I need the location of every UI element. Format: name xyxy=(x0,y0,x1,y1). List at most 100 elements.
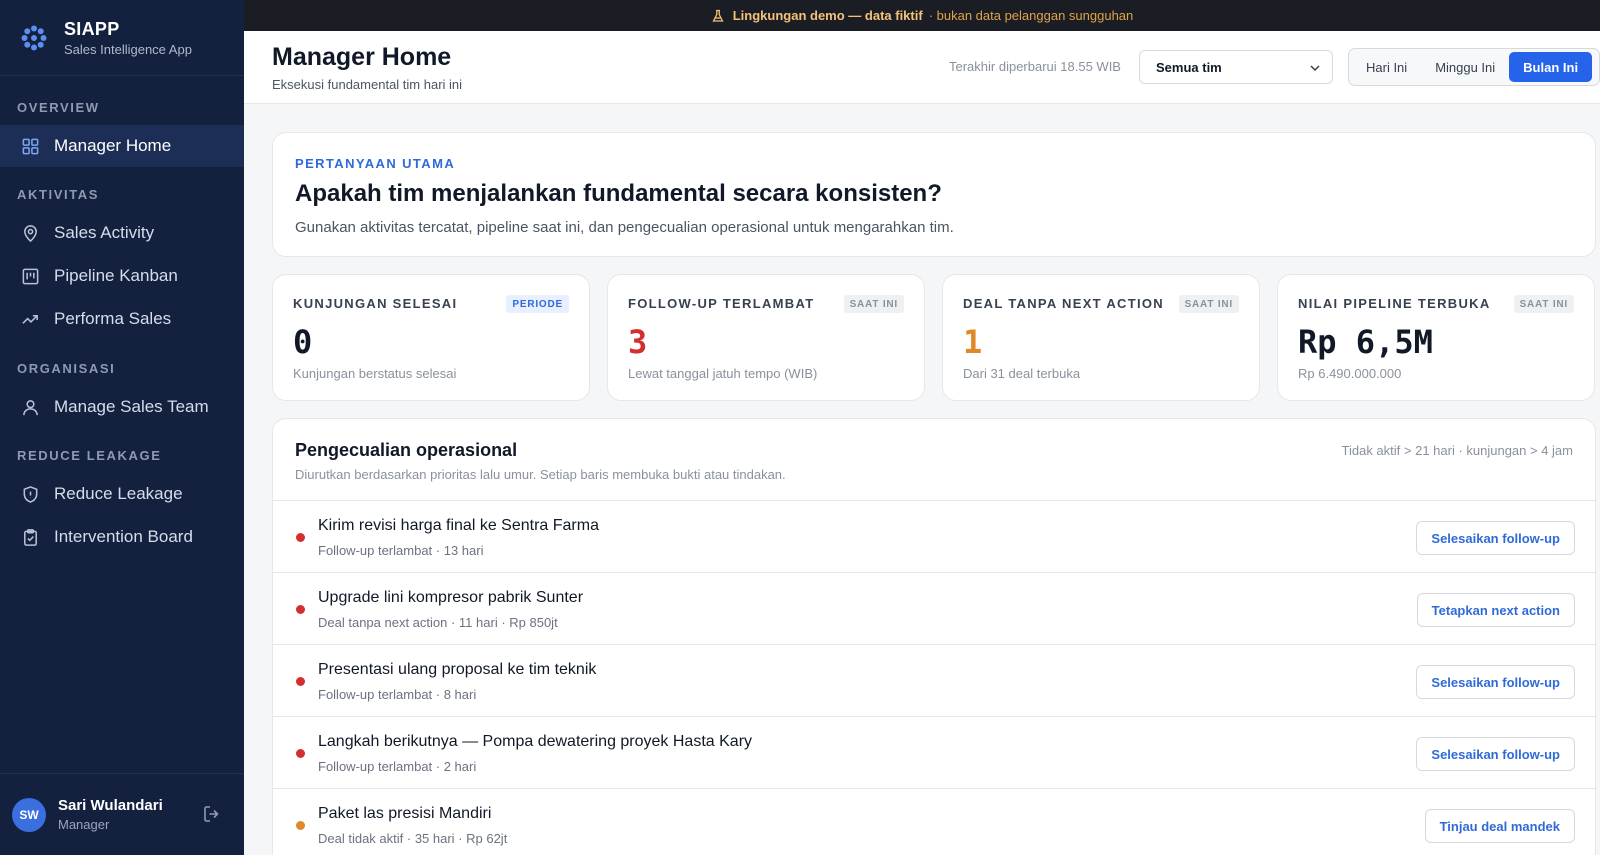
exceptions-title: Pengecualian operasional xyxy=(295,440,518,460)
kpi-label: FOLLOW-UP TERLAMBAT xyxy=(628,296,815,311)
brand-subtitle: Sales Intelligence App xyxy=(64,41,192,57)
kpi-note: Kunjungan berstatus selesai xyxy=(293,366,457,381)
priority-dot xyxy=(296,533,305,542)
user-profile[interactable]: SW Sari Wulandari Manager xyxy=(0,773,244,855)
sidebar-item-intervention-board[interactable]: Intervention Board xyxy=(0,516,244,558)
priority-dot xyxy=(296,749,305,758)
kpi-card-deal-tanpa-next-action[interactable]: DEAL TANPA NEXT ACTION SAAT INI 1 Dari 3… xyxy=(942,274,1260,401)
sidebar-item-label: Performa Sales xyxy=(54,309,172,328)
kpi-label: NILAI PIPELINE TERBUKA xyxy=(1298,296,1491,311)
nav-section-overview: OVERVIEW xyxy=(17,100,100,115)
kpi-note: Rp 6.490.000.000 xyxy=(1298,366,1402,381)
key-question-card: PERTANYAAN UTAMA Apakah tim menjalankan … xyxy=(272,132,1596,257)
demo-banner: Lingkungan demo — data fiktif · bukan da… xyxy=(244,0,1600,31)
user-icon xyxy=(20,397,40,417)
priority-dot xyxy=(296,821,305,830)
exception-title: Presentasi ulang proposal ke tim teknik xyxy=(318,661,597,678)
page-header: Manager Home Eksekusi fundamental tim ha… xyxy=(244,31,1600,104)
banner-soft-text: · bukan data pelanggan sungguhan xyxy=(928,8,1134,23)
question-title: Apakah tim menjalankan fundamental secar… xyxy=(295,180,942,207)
exception-title: Kirim revisi harga final ke Sentra Farma xyxy=(318,517,599,534)
clipboard-icon xyxy=(20,527,40,547)
exception-meta: Deal tidak aktif · 35 hari · Rp 62jt xyxy=(318,831,508,846)
sidebar-item-manager-home[interactable]: Manager Home xyxy=(0,125,244,167)
kpi-label: DEAL TANPA NEXT ACTION xyxy=(963,296,1164,311)
exceptions-card: Pengecualian operasional Diurutkan berda… xyxy=(272,418,1597,855)
last-updated: Terakhir diperbarui 18.55 WIB xyxy=(949,59,1121,74)
exception-row[interactable]: Paket las presisi Mandiri Deal tidak akt… xyxy=(273,788,1597,855)
shield-icon xyxy=(20,484,40,504)
exception-row[interactable]: Kirim revisi harga final ke Sentra Farma… xyxy=(273,500,1597,572)
logout-icon[interactable] xyxy=(202,804,222,824)
period-bulan-ini[interactable]: Bulan Ini xyxy=(1509,52,1593,82)
nav-section-reduce-leakage: REDUCE LEAKAGE xyxy=(17,448,162,463)
exception-action-button[interactable]: Tetapkan next action xyxy=(1416,593,1575,627)
period-minggu-ini[interactable]: Minggu Ini xyxy=(1421,52,1509,82)
kpi-note: Dari 31 deal terbuka xyxy=(963,366,1081,381)
period-hari-ini[interactable]: Hari Ini xyxy=(1352,52,1421,82)
priority-dot xyxy=(296,677,305,686)
exception-meta: Follow-up terlambat · 2 hari xyxy=(318,759,477,774)
sidebar-item-sales-activity[interactable]: Sales Activity xyxy=(0,212,244,254)
sidebar: SIAPP Sales Intelligence App OVERVIEW Ma… xyxy=(0,0,244,855)
nav-section-aktivitas: AKTIVITAS xyxy=(17,187,100,202)
brand-name: SIAPP xyxy=(64,18,120,39)
kpi-card-nilai-pipeline[interactable]: NILAI PIPELINE TERBUKA SAAT INI Rp 6,5M … xyxy=(1277,274,1595,401)
exception-row[interactable]: Upgrade lini kompresor pabrik Sunter Dea… xyxy=(273,572,1597,644)
kpi-badge: SAAT INI xyxy=(1178,295,1239,313)
kpi-value: 3 xyxy=(628,323,648,361)
chevron-down-icon xyxy=(1310,65,1320,72)
sidebar-item-label: Sales Activity xyxy=(54,223,155,242)
sidebar-item-label: Pipeline Kanban xyxy=(54,266,178,285)
kpi-note: Lewat tanggal jatuh tempo (WIB) xyxy=(628,366,818,381)
kpi-value: Rp 6,5M xyxy=(1298,323,1433,361)
page-title: Manager Home xyxy=(272,43,452,71)
map-pin-icon xyxy=(20,223,40,243)
priority-dot xyxy=(296,605,305,614)
sidebar-item-pipeline-kanban[interactable]: Pipeline Kanban xyxy=(0,255,244,297)
exception-title: Langkah berikutnya — Pompa dewatering pr… xyxy=(318,733,753,750)
question-eyebrow: PERTANYAAN UTAMA xyxy=(295,156,456,171)
kpi-card-kunjungan-selesai[interactable]: KUNJUNGAN SELESAI PERIODE 0 Kunjungan be… xyxy=(272,274,590,401)
logo-dots-icon xyxy=(21,25,47,50)
team-select-value: Semua tim xyxy=(1156,59,1222,75)
user-role: Manager xyxy=(58,817,110,832)
exception-action-button[interactable]: Selesaikan follow-up xyxy=(1416,521,1575,555)
trending-up-icon xyxy=(20,309,40,329)
exception-meta: Deal tanpa next action · 11 hari · Rp 85… xyxy=(318,615,558,630)
exception-action-button[interactable]: Selesaikan follow-up xyxy=(1416,737,1575,771)
user-name: Sari Wulandari xyxy=(58,797,163,814)
team-select[interactable]: Semua tim xyxy=(1139,50,1333,84)
exceptions-subtitle: Diurutkan berdasarkan prioritas lalu umu… xyxy=(295,467,786,482)
exception-row[interactable]: Presentasi ulang proposal ke tim teknik … xyxy=(273,644,1597,716)
kpi-card-follow-up-terlambat[interactable]: FOLLOW-UP TERLAMBAT SAAT INI 3 Lewat tan… xyxy=(607,274,925,401)
question-subtitle: Gunakan aktivitas tercatat, pipeline saa… xyxy=(295,219,954,236)
kanban-icon xyxy=(20,266,40,286)
sidebar-item-label: Manager Home xyxy=(54,136,172,155)
flask-icon xyxy=(712,9,724,22)
avatar: SW xyxy=(12,797,46,832)
kpi-value: 1 xyxy=(963,323,983,361)
exception-row[interactable]: Langkah berikutnya — Pompa dewatering pr… xyxy=(273,716,1597,788)
sidebar-item-reduce-leakage[interactable]: Reduce Leakage xyxy=(0,473,244,515)
sidebar-item-label: Intervention Board xyxy=(54,527,193,546)
sidebar-item-label: Manage Sales Team xyxy=(54,397,209,416)
grid-icon xyxy=(20,136,40,156)
exception-meta: Follow-up terlambat · 8 hari xyxy=(318,687,477,702)
kpi-badge: PERIODE xyxy=(506,295,569,313)
banner-strong-text: Lingkungan demo — data fiktif xyxy=(732,8,923,23)
exceptions-filter: Tidak aktif > 21 hari · kunjungan > 4 ja… xyxy=(1341,443,1573,458)
kpi-label: KUNJUNGAN SELESAI xyxy=(293,296,458,311)
sidebar-item-manage-sales-team[interactable]: Manage Sales Team xyxy=(0,386,244,428)
exception-action-button[interactable]: Tinjau deal mandek xyxy=(1424,809,1575,843)
period-toggle: Hari Ini Minggu Ini Bulan Ini xyxy=(1348,48,1600,86)
nav-section-organisasi: ORGANISASI xyxy=(17,361,116,376)
brand[interactable]: SIAPP Sales Intelligence App xyxy=(0,0,244,76)
kpi-badge: SAAT INI xyxy=(1513,295,1574,313)
exception-title: Upgrade lini kompresor pabrik Sunter xyxy=(318,589,584,606)
sidebar-item-label: Reduce Leakage xyxy=(54,484,183,503)
exception-action-button[interactable]: Selesaikan follow-up xyxy=(1416,665,1575,699)
page-subtitle: Eksekusi fundamental tim hari ini xyxy=(272,77,463,92)
kpi-badge: SAAT INI xyxy=(843,295,904,313)
sidebar-item-performa-sales[interactable]: Performa Sales xyxy=(0,298,244,340)
